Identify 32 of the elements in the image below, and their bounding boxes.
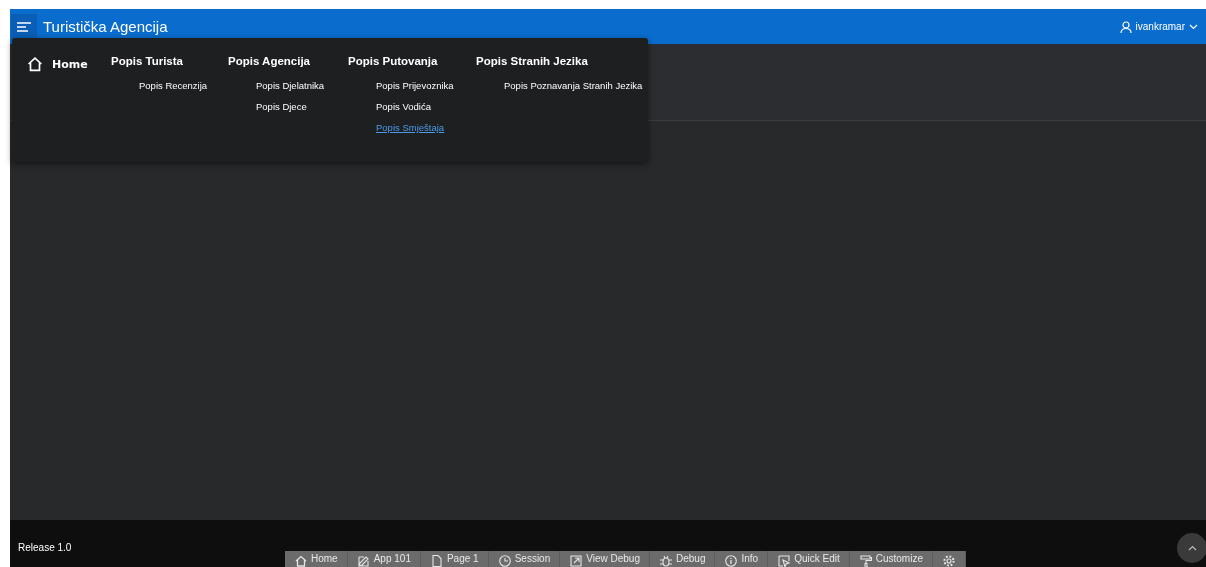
menu-item-link[interactable]: Popis Recenzija bbox=[139, 80, 228, 91]
menu-item-link[interactable]: Popis Vodića bbox=[376, 101, 476, 112]
scroll-to-top-button[interactable] bbox=[1177, 533, 1206, 563]
app-title: Turistička Agencija bbox=[43, 18, 168, 35]
menu-heading-link[interactable]: Home bbox=[26, 55, 111, 73]
menu-item-link[interactable]: Popis Prijevoznika bbox=[376, 80, 476, 91]
pencil-icon bbox=[356, 554, 371, 567]
user-icon bbox=[1119, 20, 1132, 33]
menu-heading-link[interactable]: Popis Turista bbox=[111, 52, 228, 70]
menu-icon bbox=[17, 21, 31, 32]
bug-icon bbox=[659, 554, 673, 567]
external-link-icon bbox=[569, 554, 584, 567]
settings-icon bbox=[941, 554, 956, 567]
menu-heading-link[interactable]: Popis Agencija bbox=[228, 52, 348, 70]
info-icon bbox=[724, 554, 739, 567]
menu-item-link[interactable]: Popis Djece bbox=[256, 101, 348, 112]
chevron-down-icon bbox=[1189, 23, 1198, 30]
clock-icon bbox=[497, 554, 512, 567]
cursor-icon bbox=[777, 554, 792, 567]
user-menu-button[interactable]: ivankramar bbox=[1115, 18, 1202, 35]
menu-item-link[interactable]: Popis Poznavanja Stranih Jezika bbox=[504, 80, 643, 91]
menu-item-link[interactable]: Popis Smještaja bbox=[376, 122, 476, 133]
menu-item-link[interactable]: Popis Djelatnika bbox=[256, 80, 348, 91]
page-icon bbox=[429, 554, 444, 567]
menu-button[interactable] bbox=[11, 13, 37, 40]
paint-roller-icon bbox=[858, 554, 873, 567]
release-label: Release 1.0 bbox=[18, 542, 72, 553]
home-icon bbox=[294, 554, 308, 567]
menu-heading-link[interactable]: Popis Putovanja bbox=[348, 52, 476, 70]
home-icon bbox=[26, 55, 44, 73]
menu-heading-link[interactable]: Popis Stranih Jezika bbox=[476, 52, 643, 70]
chevron-up-icon bbox=[1187, 545, 1197, 551]
